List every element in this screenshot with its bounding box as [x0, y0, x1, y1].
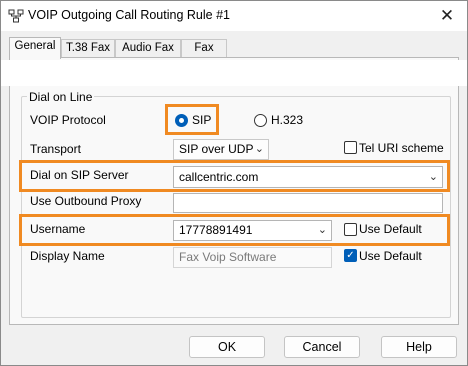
display-name-input[interactable]: Fax Voip Software — [173, 247, 332, 268]
h323-radio[interactable] — [254, 114, 267, 127]
voip-protocol-label: VOIP Protocol — [30, 113, 106, 127]
chevron-down-icon: ⌄ — [317, 224, 327, 236]
sip-server-value: callcentric.com — [179, 170, 259, 184]
h323-radio-label: H.323 — [271, 113, 304, 127]
username-value: 17778891491 — [179, 223, 253, 237]
username-combo[interactable]: 17778891491 ⌄ — [173, 220, 332, 241]
cancel-button[interactable]: Cancel — [284, 336, 360, 358]
username-label: Username — [30, 222, 86, 236]
outbound-proxy-input[interactable] — [173, 193, 443, 213]
close-icon[interactable]: ✕ — [435, 5, 459, 27]
chevron-down-icon: ⌄ — [428, 171, 438, 183]
sip-radio-label: SIP — [192, 113, 212, 127]
blank-band — [1, 60, 467, 86]
sip-server-label: Dial on SIP Server — [30, 168, 129, 182]
tel-uri-checkbox[interactable] — [344, 141, 357, 154]
title-bar: VOIP Outgoing Call Routing Rule #1 ✕ — [1, 1, 467, 31]
username-default-label: Use Default — [359, 222, 422, 236]
tab-general[interactable]: General — [9, 37, 61, 59]
transport-label: Transport — [30, 142, 81, 156]
chevron-down-icon: ⌄ — [254, 143, 264, 155]
ok-button[interactable]: OK — [189, 336, 265, 358]
display-default-label: Use Default — [359, 249, 422, 263]
sip-server-combo[interactable]: callcentric.com ⌄ — [173, 166, 443, 188]
outbound-proxy-label: Use Outbound Proxy — [30, 194, 142, 208]
display-default-checkbox[interactable]: ✓ — [344, 249, 357, 262]
sip-radio[interactable] — [175, 114, 188, 127]
help-button[interactable]: Help — [381, 336, 457, 358]
network-icon — [8, 9, 24, 23]
tel-uri-label: Tel URI scheme — [359, 141, 444, 155]
transport-value: SIP over UDP — [179, 142, 254, 156]
dialog-window: VOIP Outgoing Call Routing Rule #1 ✕ Gen… — [0, 0, 468, 366]
username-default-checkbox[interactable] — [344, 223, 357, 236]
transport-select[interactable]: SIP over UDP ⌄ — [173, 139, 269, 160]
group-title: Dial on Line — [27, 90, 95, 104]
tab-fax[interactable]: Fax — [181, 39, 227, 58]
display-name-label: Display Name — [30, 249, 105, 263]
tab-audio-fax[interactable]: Audio Fax — [115, 39, 181, 58]
tab-t38-fax[interactable]: T.38 Fax — [61, 39, 115, 58]
window-title: VOIP Outgoing Call Routing Rule #1 — [28, 8, 230, 22]
